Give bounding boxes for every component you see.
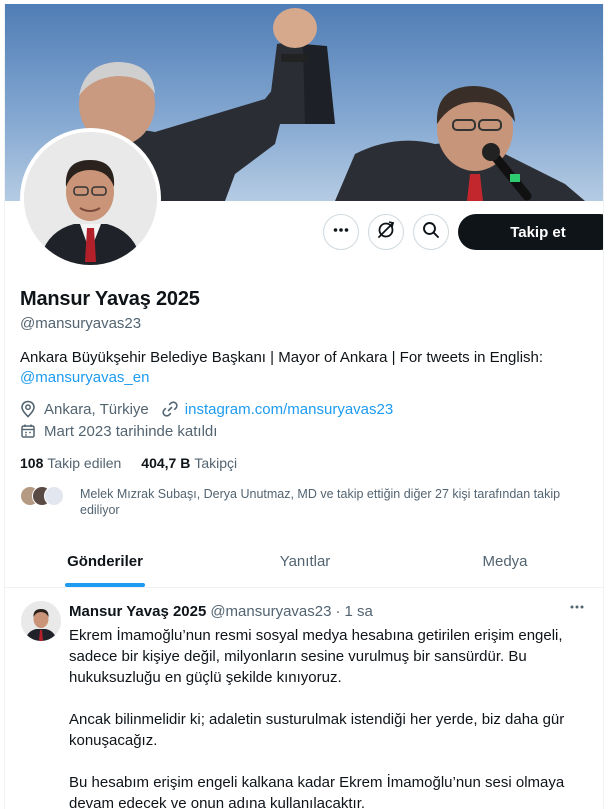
tab-media-label: Medya [482, 553, 528, 570]
following-link[interactable]: 108 Takip edilen [20, 455, 121, 471]
tab-posts-label: Gönderiler [67, 553, 143, 570]
more-horizontal-icon [332, 221, 350, 244]
notifications-off-icon [376, 220, 396, 245]
profile-handle: @mansuryavas23 [20, 315, 142, 332]
tweet-paragraph: Ekrem İmamoğlu’nun resmi sosyal medya he… [69, 627, 563, 686]
tweet-author-handle[interactable]: @mansuryavas23 [210, 603, 331, 620]
tweet-paragraph: Bu hesabım erişim engeli kalkana kadar E… [69, 774, 565, 809]
location-icon [20, 400, 40, 418]
profile-page: Takip et Mansur Yavaş 2025 @mansuryavas2… [4, 4, 604, 809]
profile-website-link[interactable]: instagram.com/mansuryavas23 [185, 401, 393, 418]
active-tab-indicator [65, 583, 145, 587]
followers-link[interactable]: 404,7 B Takipçi [141, 455, 237, 471]
search-icon [422, 221, 440, 244]
profile-joined-date: Mart 2023 tarihinde katıldı [44, 422, 218, 440]
tweet-time[interactable]: 1 sa [344, 603, 372, 620]
more-horizontal-icon [569, 599, 585, 620]
following-label: Takip edilen [47, 455, 122, 471]
profile-counts: 108 Takip edilen 404,7 B Takipçi [20, 455, 237, 471]
follower-avatar [44, 486, 64, 506]
bio-text: Ankara Büyükşehir Belediye Başkanı | May… [20, 349, 544, 366]
profile-tabs: Gönderiler Yanıtlar Medya [5, 536, 603, 588]
tab-replies-label: Yanıtlar [279, 553, 331, 570]
tweet-paragraph: Ancak bilinmelidir ki; adaletin susturul… [69, 711, 565, 749]
following-count: 108 [20, 455, 44, 471]
profile-meta-joined: Mart 2023 tarihinde katıldı [20, 422, 217, 440]
tweet-author-name[interactable]: Mansur Yavaş 2025 [69, 603, 206, 620]
search-profile-button[interactable] [413, 214, 449, 250]
tab-media[interactable]: Medya [405, 536, 603, 587]
profile-actions: Takip et [323, 214, 603, 250]
follow-button[interactable]: Takip et [458, 214, 603, 250]
followers-count: 404,7 B [141, 455, 191, 471]
profile-avatar[interactable] [20, 128, 161, 269]
tweet-separator: · [335, 603, 341, 620]
profile-location: Ankara, Türkiye [44, 400, 149, 418]
followed-by-text: Melek Mızrak Subaşı, Derya Unutmaz, MD v… [80, 487, 561, 517]
tweet-more-button[interactable] [567, 599, 587, 619]
bio-mention-link[interactable]: @mansuryavas_en [20, 369, 149, 386]
tweet-text: Ekrem İmamoğlu’nun resmi sosyal medya he… [69, 625, 589, 809]
calendar-icon [20, 422, 40, 440]
tweet-header: Mansur Yavaş 2025 @mansuryavas23 · 1 sa [69, 603, 373, 620]
follower-avatars [20, 486, 68, 510]
followed-by-section[interactable]: Melek Mızrak Subaşı, Derya Unutmaz, MD v… [20, 486, 590, 518]
tab-posts[interactable]: Gönderiler [5, 536, 205, 587]
followers-label: Takipçi [194, 455, 238, 471]
link-icon [161, 400, 181, 418]
profile-meta-location-website: Ankara, Türkiye instagram.com/mansuryava… [20, 400, 393, 418]
profile-name: Mansur Yavaş 2025 [20, 288, 200, 310]
more-button[interactable] [323, 214, 359, 250]
profile-bio: Ankara Büyükşehir Belediye Başkanı | May… [20, 348, 590, 388]
tab-replies[interactable]: Yanıtlar [205, 536, 405, 587]
tweet[interactable]: Mansur Yavaş 2025 @mansuryavas23 · 1 sa … [5, 589, 603, 809]
notifications-button[interactable] [368, 214, 404, 250]
tweet-author-avatar[interactable] [21, 601, 61, 641]
